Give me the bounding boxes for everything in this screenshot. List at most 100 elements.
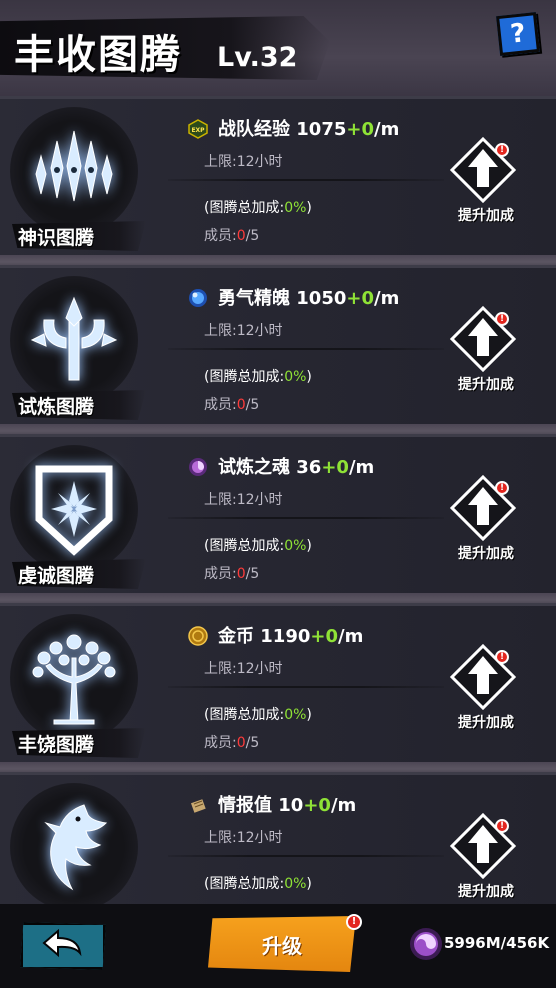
scroll-icon (190, 799, 206, 813)
bonus-label: (图腾总加成:0%) (204, 197, 312, 217)
resource-rate: 战队经验 1075+0/m (218, 115, 399, 141)
totem-name: 虔诚图腾 (18, 565, 95, 587)
bonus-value: 0% (284, 538, 307, 554)
back-button[interactable] (20, 922, 106, 970)
totem-name: 神识图腾 (18, 227, 95, 249)
totem-emblem[interactable] (10, 614, 138, 742)
resource-rate-unit: /m (374, 288, 400, 309)
totem-row-2: 试炼图腾 勇气精魄 1050+0/m 上限:12小时 (图腾总加成:0%) 成员… (0, 265, 556, 424)
divider (168, 348, 444, 350)
soul-amount: 5996M/456K (444, 934, 550, 952)
limit-label: 上限:12小时 (204, 154, 283, 170)
divider (168, 179, 444, 181)
resource-name: 情报值 (218, 795, 272, 816)
resource-name: 试炼之魂 (218, 457, 290, 478)
page-title: 丰收图腾 (14, 32, 182, 78)
boost-button[interactable]: ! 提升加成 (446, 813, 524, 900)
question-icon: ? (508, 18, 528, 50)
level-label: Lv.32 (217, 42, 298, 73)
soul-icon (189, 458, 207, 476)
boost-button[interactable]: ! 提升加成 (446, 306, 524, 393)
resource-rate: 勇气精魄 1050+0/m (218, 284, 399, 310)
bonus-suffix: ) (306, 707, 312, 723)
members-total: /5 (245, 566, 260, 582)
totem-name: 试炼图腾 (18, 396, 95, 418)
resource-value: 36 (296, 457, 322, 478)
members-total: /5 (245, 735, 260, 751)
bonus-value: 0% (284, 369, 307, 385)
members-current: 0 (236, 228, 246, 244)
crown-icon (35, 130, 113, 202)
members-current: 0 (236, 735, 246, 751)
members-total: /5 (245, 397, 260, 413)
boost-button[interactable]: ! 提升加成 (446, 475, 524, 562)
bonus-prefix: (图腾总加成: (204, 538, 285, 554)
divider (168, 517, 444, 519)
totem-emblem[interactable] (10, 783, 138, 907)
members-text: 成员: (204, 397, 237, 413)
resource-value: 1075 (296, 119, 347, 140)
totem-emblem[interactable] (10, 445, 138, 573)
resource-rate-unit: /m (374, 119, 400, 140)
limit-label: 上限:12小时 (204, 830, 283, 846)
totem-row-1: 神识图腾 EXP 战队经验 1075+0/m 上限:12小时 (图腾总加成:0%… (0, 96, 556, 255)
help-button[interactable]: ? (496, 12, 540, 56)
bonus-value: 0% (284, 200, 307, 216)
totem-row-5: 情报值 10+0/m 上限:12小时 (图腾总加成:0%) ! 提升加成 (0, 772, 556, 907)
eagle-icon (44, 804, 108, 891)
members-label: 成员:0/5 (204, 225, 259, 245)
resource-name: 勇气精魄 (218, 288, 290, 309)
trident-icon (30, 296, 118, 381)
totem-emblem[interactable] (10, 107, 138, 235)
boost-label: 提升加成 (458, 884, 514, 900)
members-current: 0 (236, 566, 246, 582)
resource-rate-plus: +0 (346, 288, 374, 309)
resource-value: 1190 (260, 626, 311, 647)
resource-rate-unit: /m (338, 626, 364, 647)
resource-rate-plus: +0 (310, 626, 338, 647)
members-label: 成员:0/5 (204, 394, 259, 414)
resource-rate-unit: /m (348, 457, 375, 478)
upgrade-button[interactable]: 升级 (208, 916, 356, 972)
resource-value: 1050 (296, 288, 347, 309)
limit-label: 上限:12小时 (204, 492, 283, 508)
boost-label: 提升加成 (458, 208, 514, 224)
resource-rate: 情报值 10+0/m (218, 791, 356, 817)
totem-row-4: 丰饶图腾 金币 1190+0/m 上限:12小时 (图腾总加成:0%) 成员:0… (0, 603, 556, 762)
resource-rate-plus: +0 (321, 457, 349, 478)
soul-icon (410, 928, 442, 960)
boost-label: 提升加成 (458, 546, 514, 562)
exp-icon: EXP (188, 119, 208, 139)
header: 丰收图腾 Lv.32 ? (0, 0, 556, 96)
bonus-label: (图腾总加成:0%) (204, 704, 312, 724)
coin-icon (188, 626, 208, 646)
members-text: 成员: (204, 566, 237, 582)
bonus-prefix: (图腾总加成: (204, 876, 285, 892)
orb-icon (189, 289, 207, 307)
bonus-label: (图腾总加成:0%) (204, 366, 312, 386)
boost-button[interactable]: ! 提升加成 (446, 644, 524, 731)
bonus-prefix: (图腾总加成: (204, 369, 285, 385)
upgrade-label: 升级 (262, 933, 302, 958)
return-arrow-icon (42, 929, 82, 958)
alert-badge: ! (495, 819, 509, 833)
boost-button[interactable]: ! 提升加成 (446, 137, 524, 224)
members-current: 0 (236, 397, 246, 413)
alert-badge: ! (495, 312, 509, 326)
members-label: 成员:0/5 (204, 732, 259, 752)
upgrade-alert-badge: ! (346, 914, 362, 930)
bonus-prefix: (图腾总加成: (204, 200, 285, 216)
boost-label: 提升加成 (458, 377, 514, 393)
resource-rate-plus: +0 (346, 119, 374, 140)
bonus-value: 0% (284, 876, 307, 892)
resource-name: 金币 (218, 626, 254, 647)
footer-bar: 升级 ! 5996M/456K (0, 904, 556, 988)
bonus-label: (图腾总加成:0%) (204, 535, 312, 555)
bonus-prefix: (图腾总加成: (204, 707, 285, 723)
resource-rate-plus: +0 (303, 795, 331, 816)
resource-rate: 金币 1190+0/m (218, 622, 363, 648)
totem-emblem[interactable] (10, 276, 138, 404)
members-text: 成员: (204, 228, 237, 244)
bonus-suffix: ) (306, 876, 312, 892)
resource-rate: 试炼之魂 36+0/m (218, 453, 374, 479)
